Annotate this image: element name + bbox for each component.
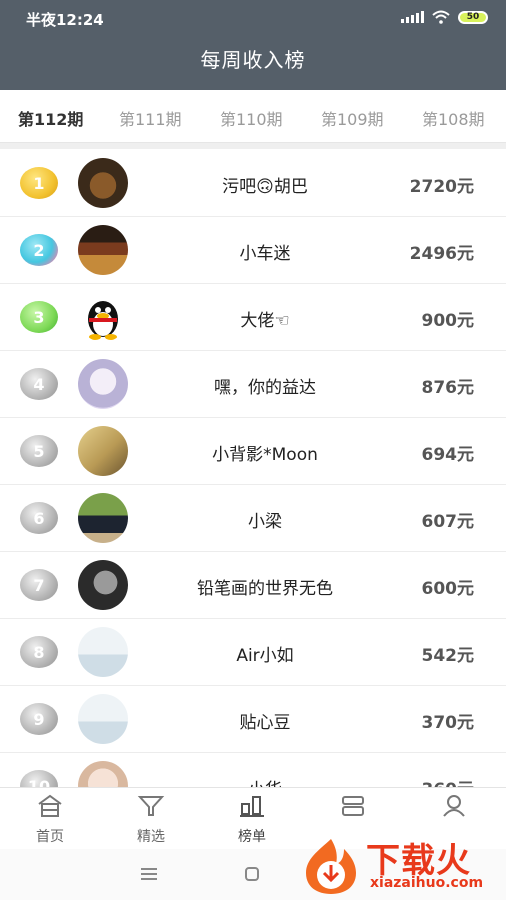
- user-name: 小背影*Moon: [212, 445, 318, 465]
- avatar[interactable]: [78, 560, 128, 610]
- rank-badge-bronze-icon: 3: [18, 299, 60, 335]
- user-name: 小车迷: [239, 244, 291, 264]
- user-icon: [443, 795, 465, 817]
- rank-badge-silver-icon: 2: [18, 232, 60, 268]
- tab-period-112[interactable]: 第112期: [18, 106, 83, 130]
- home-square-icon[interactable]: [244, 866, 260, 882]
- ranking-row[interactable]: 9 贴心豆 370元: [0, 686, 506, 753]
- user-name: 小梁: [248, 512, 282, 532]
- rank-badge-gold-icon: 1: [18, 165, 60, 201]
- avatar[interactable]: [78, 292, 128, 342]
- income-amount: 600元: [421, 579, 475, 599]
- avatar[interactable]: [78, 694, 128, 744]
- income-amount: 607元: [421, 512, 475, 532]
- ranking-row[interactable]: 2 小车迷 2496元: [0, 217, 506, 284]
- ranking-row[interactable]: 1 污吧🙃胡巴 2720元: [0, 150, 506, 217]
- flame-logo-icon: [306, 839, 356, 894]
- nav-item-4[interactable]: [313, 794, 393, 826]
- page-title: 每周收入榜: [200, 48, 306, 72]
- wifi-icon: [432, 10, 450, 24]
- income-amount: 876元: [421, 378, 475, 398]
- user-name: 大佬☜: [240, 311, 290, 331]
- avatar[interactable]: [78, 225, 128, 275]
- nav-featured-label: 精选: [137, 829, 165, 845]
- nav-rank-label: 榜单: [238, 829, 266, 845]
- avatar[interactable]: [78, 158, 128, 208]
- user-name: 铅笔画的世界无色: [197, 579, 333, 599]
- ranking-row[interactable]: 6 小梁 607元: [0, 485, 506, 552]
- income-amount: 370元: [421, 713, 475, 733]
- user-name: 嘿，你的益达: [214, 378, 316, 398]
- app-header: 半夜12:24 50 每周收入榜: [0, 0, 506, 90]
- nav-featured[interactable]: 精选: [111, 794, 191, 846]
- ranking-row[interactable]: 8 Air小如 542元: [0, 619, 506, 686]
- home-icon: [38, 794, 62, 817]
- status-icons: 50: [401, 10, 488, 24]
- income-amount: 2720元: [409, 177, 474, 197]
- ranking-row[interactable]: 4 嘿，你的益达 876元: [0, 351, 506, 418]
- penguin-icon: [88, 301, 118, 340]
- tab-period-109[interactable]: 第109期: [321, 106, 384, 130]
- status-bar: 半夜12:24 50: [0, 0, 506, 36]
- user-name: Air小如: [236, 646, 294, 666]
- ranking-row[interactable]: 7 铅笔画的世界无色 600元: [0, 552, 506, 619]
- tab-period-111[interactable]: 第111期: [119, 106, 182, 130]
- status-time: 半夜12:24: [26, 11, 104, 29]
- avatar[interactable]: [78, 359, 128, 409]
- document-icon: [342, 796, 364, 816]
- nav-rank[interactable]: 榜单: [212, 794, 292, 846]
- income-amount: 542元: [421, 646, 475, 666]
- rank-badge-icon: 5: [18, 433, 60, 469]
- signal-icon: [401, 11, 424, 23]
- nav-home[interactable]: 首页: [10, 794, 90, 846]
- nav-item-5[interactable]: [414, 794, 494, 826]
- watermark-url: xiazaihuo.com: [370, 875, 484, 891]
- tab-period-108[interactable]: 第108期: [422, 106, 485, 130]
- battery-icon: 50: [458, 10, 488, 24]
- period-tabs: 第112期 第111期 第110期 第109期 第108期: [0, 90, 506, 143]
- menu-icon[interactable]: [140, 867, 158, 881]
- avatar[interactable]: [78, 426, 128, 476]
- income-amount: 2496元: [409, 244, 474, 264]
- chart-icon: [240, 796, 264, 817]
- watermark-logo: 下载火 xiazaihuo.com: [300, 833, 500, 895]
- user-name: 贴心豆: [239, 713, 291, 733]
- income-amount: 900元: [421, 311, 475, 331]
- tab-period-110[interactable]: 第110期: [220, 106, 283, 130]
- avatar[interactable]: [78, 627, 128, 677]
- ranking-row[interactable]: 3 大佬☜ 900元: [0, 284, 506, 351]
- divider: [0, 143, 506, 149]
- rank-badge-icon: 4: [18, 366, 60, 402]
- avatar[interactable]: [78, 493, 128, 543]
- nav-home-label: 首页: [36, 829, 64, 845]
- income-amount: 694元: [421, 445, 475, 465]
- rank-badge-icon: 7: [18, 567, 60, 603]
- ranking-row[interactable]: 5 小背影*Moon 694元: [0, 418, 506, 485]
- rank-badge-icon: 9: [18, 701, 60, 737]
- filter-icon: [137, 796, 165, 816]
- rank-badge-icon: 6: [18, 500, 60, 536]
- user-name: 污吧🙃胡巴: [222, 177, 308, 197]
- rank-badge-icon: 8: [18, 634, 60, 670]
